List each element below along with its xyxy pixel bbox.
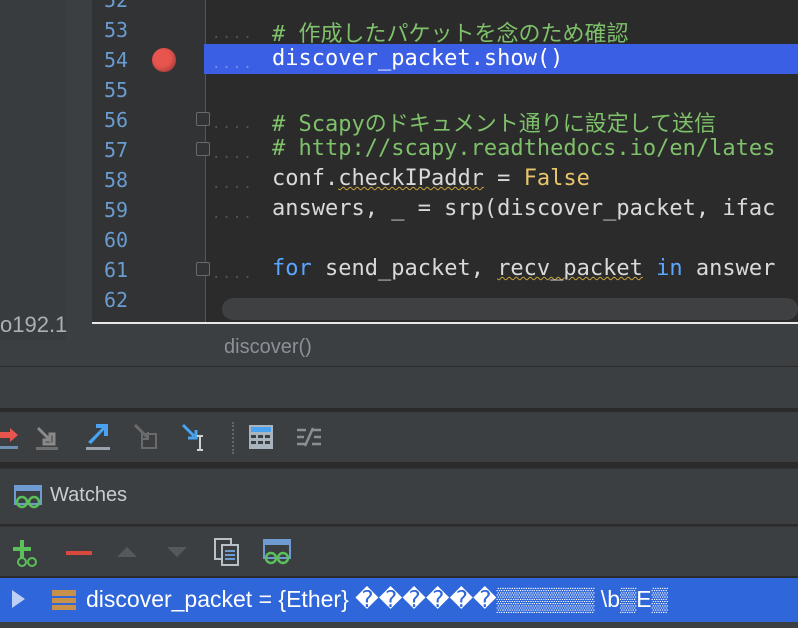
move-down-icon[interactable] — [162, 537, 192, 567]
indent-guide: .... — [212, 176, 254, 192]
code-editor[interactable]: 52 53 54 55 56 57 58 59 60 61 62 .... ..… — [92, 0, 798, 322]
watches-settings-icon[interactable] — [262, 537, 292, 567]
expand-arrow-icon[interactable] — [12, 590, 25, 608]
move-up-icon[interactable] — [112, 537, 142, 567]
code-line: # 作成したパケットを念のため確認 — [272, 22, 629, 47]
run-to-cursor-icon[interactable] — [180, 422, 210, 452]
evaluate-expression-icon[interactable] — [246, 422, 276, 452]
line-number: 56 — [104, 108, 129, 132]
debug-toolbar — [0, 412, 798, 462]
watches-glasses-icon — [14, 485, 42, 509]
code-line: for send_packet, recv_packet in answer — [272, 256, 776, 281]
fold-marker-icon[interactable] — [196, 142, 210, 156]
line-number: 59 — [104, 198, 129, 222]
line-number: 55 — [104, 78, 129, 102]
horizontal-scrollbar[interactable] — [222, 298, 798, 320]
watch-row[interactable]: discover_packet = {Ether} ������▒▒▒▒▒▒ \… — [0, 578, 798, 622]
breadcrumb[interactable]: discover() — [92, 322, 798, 366]
fold-marker-icon[interactable] — [196, 112, 210, 126]
watch-value: discover_packet = {Ether} ������▒▒▒▒▒▒ \… — [86, 586, 668, 612]
line-number: 60 — [104, 228, 129, 252]
line-number: 53 — [104, 18, 129, 42]
code-line: conf.checkIPaddr = False — [272, 166, 590, 191]
left-panel: o192.1 — [0, 0, 92, 366]
fold-marker-icon[interactable] — [196, 262, 210, 276]
code-line: discover_packet.show() — [272, 46, 564, 71]
indent-guide: .... — [212, 26, 254, 42]
code-line: # Scapyのドキュメント通りに設定して送信 — [272, 112, 717, 137]
left-panel-text: o192.1 — [0, 312, 68, 337]
code-line: answers, _ = srp(discover_packet, ifac — [272, 196, 776, 221]
line-number: 58 — [104, 168, 129, 192]
indent-guide: .... — [212, 206, 254, 222]
force-step-into-icon[interactable] — [132, 422, 162, 452]
remove-watch-icon[interactable] — [64, 537, 94, 567]
status-edge — [0, 622, 798, 628]
copy-icon[interactable] — [212, 537, 242, 567]
toolbar-separator — [232, 422, 234, 454]
line-number: 62 — [104, 288, 129, 312]
indent-guide: .... — [212, 56, 254, 72]
watches-toolbar — [0, 526, 798, 576]
breadcrumb-label[interactable]: discover() — [224, 336, 312, 359]
code-line: # http://scapy.readthedocs.io/en/lates — [272, 136, 776, 161]
indent-guide: .... — [212, 146, 254, 162]
breakpoint-icon[interactable] — [152, 48, 176, 72]
watches-header: Watches — [0, 468, 798, 524]
line-number: 57 — [104, 138, 129, 162]
trace-icon[interactable] — [294, 422, 324, 452]
step-into-icon[interactable] — [32, 422, 62, 452]
panel-divider[interactable] — [0, 366, 798, 410]
line-number: 54 — [104, 48, 129, 72]
line-number: 52 — [104, 0, 129, 12]
line-number: 61 — [104, 258, 129, 282]
add-watch-icon[interactable] — [10, 537, 40, 567]
left-panel-bar — [0, 0, 66, 340]
watches-title: Watches — [50, 484, 128, 506]
step-over-icon[interactable] — [0, 422, 22, 452]
indent-guide: .... — [212, 266, 254, 282]
step-into-my-code-icon[interactable] — [84, 422, 114, 452]
object-stack-icon — [52, 590, 76, 610]
indent-guide: .... — [212, 116, 254, 132]
